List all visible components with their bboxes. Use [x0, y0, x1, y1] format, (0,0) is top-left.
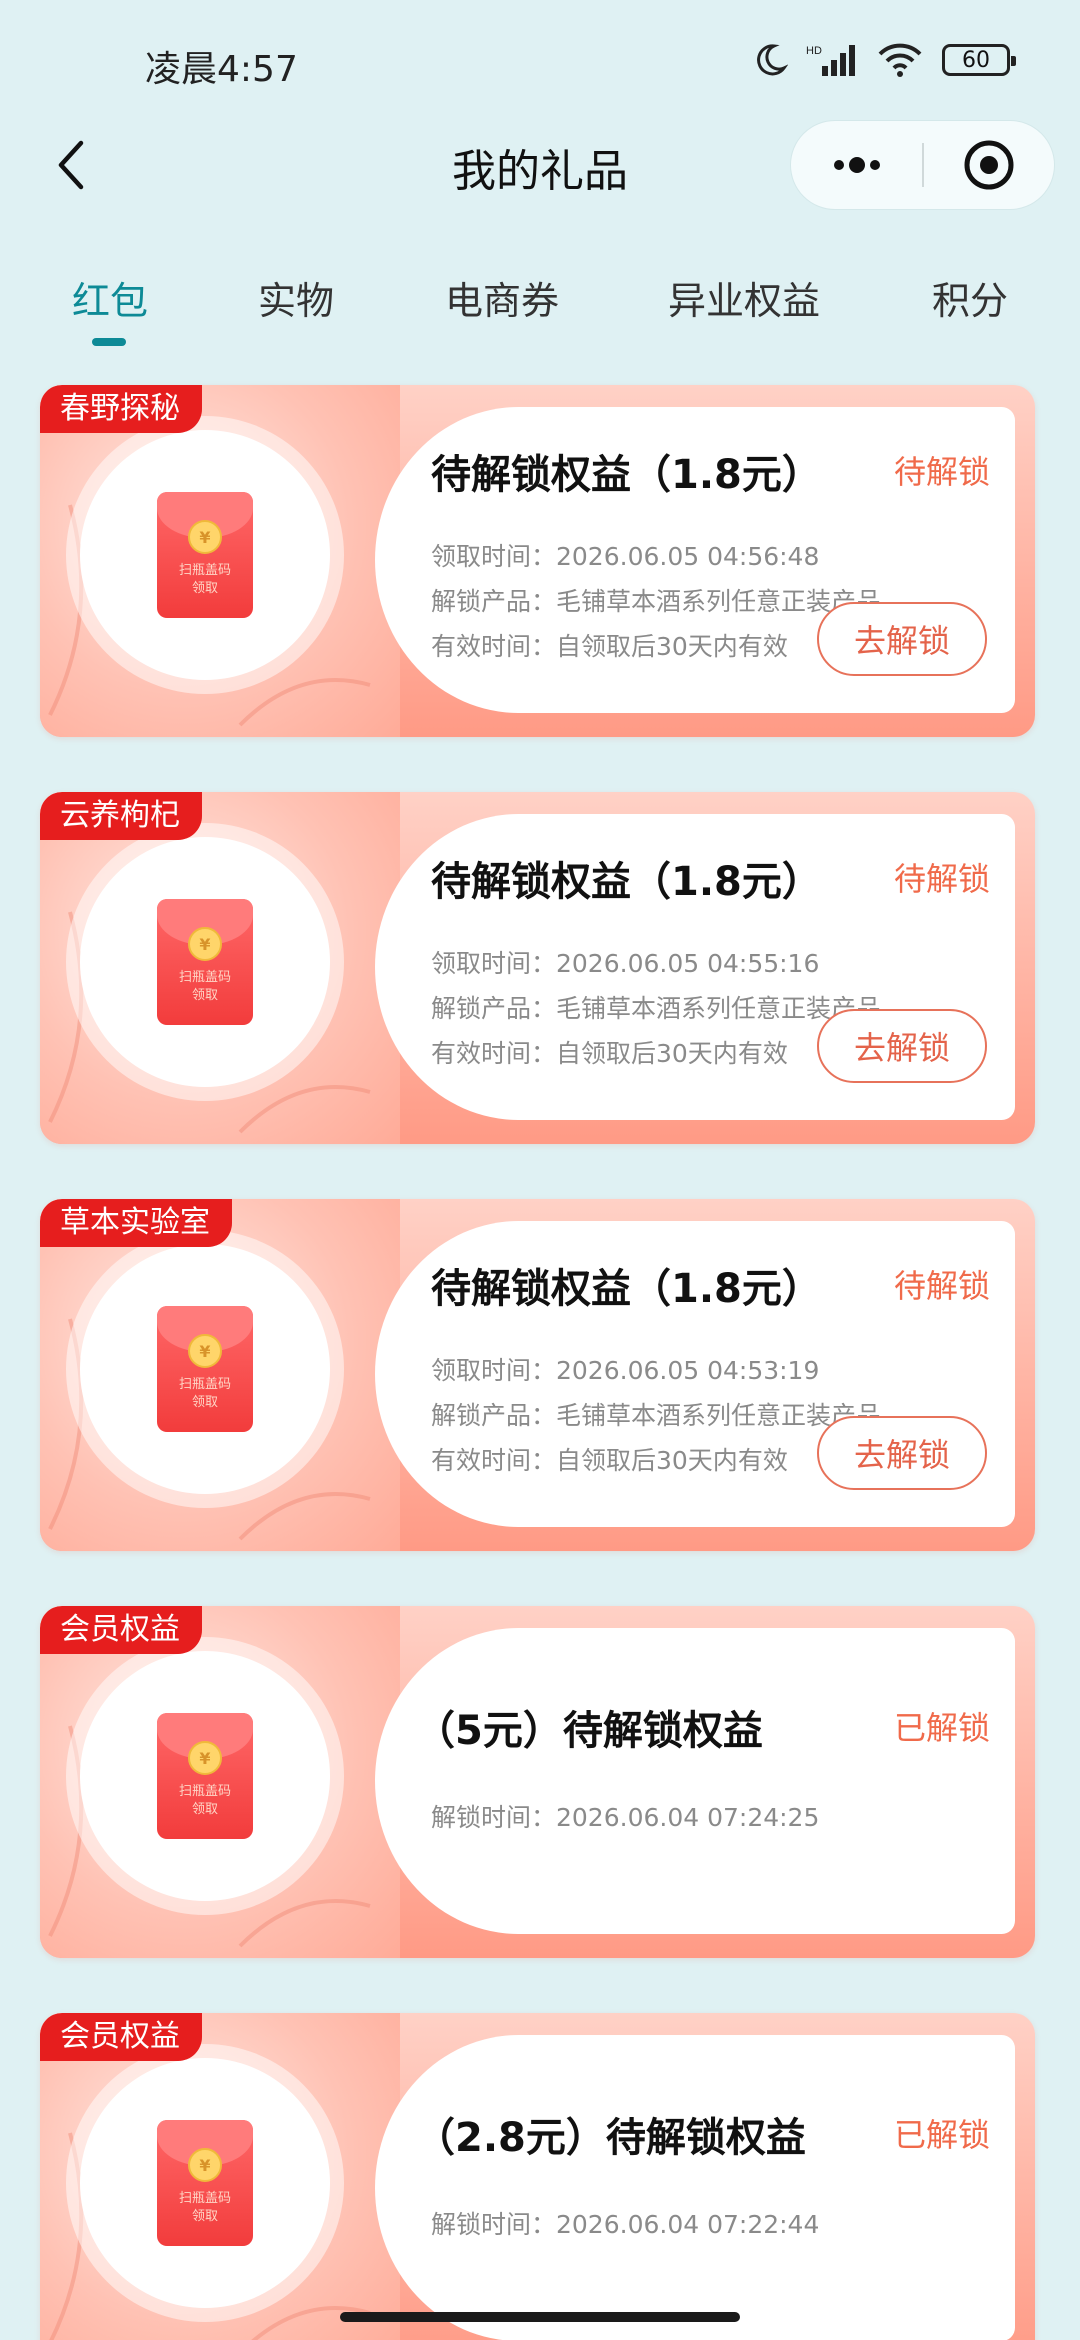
red-envelope-icon: ¥ 扫瓶盖码领取 — [157, 1306, 253, 1432]
card-content: 待解锁权益（1.8元） 待解锁 领取时间：2026.06.05 04:53:19… — [375, 1221, 1015, 1527]
card-illustration: ¥ 扫瓶盖码领取 — [40, 1606, 400, 1958]
signal-icon: HD — [806, 45, 855, 76]
tab-partner-benefits[interactable]: 异业权益 — [668, 270, 820, 325]
moon-icon — [757, 44, 788, 76]
gift-card[interactable]: ¥ 扫瓶盖码领取 云养枸杞 待解锁权益（1.8元） 待解锁 领取时间：2026.… — [40, 792, 1035, 1144]
battery-icon: 60 — [942, 44, 1016, 76]
gift-status: 待解锁 — [893, 1267, 990, 1305]
active-tab-indicator — [92, 338, 126, 346]
card-illustration: ¥ 扫瓶盖码领取 — [40, 1199, 400, 1551]
envelope-text: 扫瓶盖码 — [178, 563, 231, 578]
mini-program-capsule — [790, 120, 1055, 210]
card-content: 待解锁权益（1.8元） 待解锁 领取时间：2026.06.05 04:55:16… — [375, 814, 1015, 1120]
unlock-button[interactable]: 去解锁 — [817, 1416, 987, 1490]
more-button[interactable] — [791, 121, 922, 209]
status-time: 凌晨4:57 — [145, 49, 298, 90]
red-envelope-icon: ¥ 扫瓶盖码领取 — [157, 899, 253, 1025]
tab-points[interactable]: 积分 — [932, 270, 1008, 325]
envelope-circle: ¥ 扫瓶盖码领取 — [80, 2058, 330, 2308]
gift-card[interactable]: ¥ 扫瓶盖码领取 会员权益 （2.8元）待解锁权益 已解锁 解锁时间：2026.… — [40, 2013, 1035, 2340]
status-icons: HD 60 — [752, 42, 1016, 78]
tab-ecommerce-coupon[interactable]: 电商券 — [445, 270, 559, 325]
gift-title: 待解锁权益（1.8元） — [431, 859, 822, 905]
envelope-text: 领取 — [191, 1802, 218, 1817]
envelope-circle: ¥ 扫瓶盖码领取 — [80, 1244, 330, 1494]
unlock-product: 解锁产品：毛铺草本酒系列任意正装产品 — [431, 1401, 882, 1430]
close-button[interactable] — [924, 121, 1054, 209]
gift-title: 待解锁权益（1.8元） — [431, 452, 822, 498]
envelope-text: 领取 — [191, 1395, 218, 1410]
gift-status: 待解锁 — [893, 453, 990, 491]
gift-card[interactable]: ¥ 扫瓶盖码领取 春野探秘 待解锁权益（1.8元） 待解锁 领取时间：2026.… — [40, 385, 1035, 737]
coin-icon: ¥ — [188, 1741, 222, 1775]
envelope-text: 领取 — [191, 2209, 218, 2224]
claim-time: 领取时间：2026.06.05 04:53:19 — [431, 1356, 820, 1385]
valid-period: 有效时间：自领取后30天内有效 — [431, 1446, 788, 1475]
home-indicator[interactable] — [340, 2312, 740, 2322]
gift-card[interactable]: ¥ 扫瓶盖码领取 会员权益 （5元）待解锁权益 已解锁 解锁时间：2026.06… — [40, 1606, 1035, 1958]
red-envelope-icon: ¥ 扫瓶盖码领取 — [157, 2120, 253, 2246]
card-content: （2.8元）待解锁权益 已解锁 解锁时间：2026.06.04 07:22:44 — [375, 2035, 1015, 2340]
unlock-button[interactable]: 去解锁 — [817, 602, 987, 676]
card-illustration: ¥ 扫瓶盖码领取 — [40, 792, 400, 1144]
wifi-icon — [878, 43, 922, 77]
coin-icon: ¥ — [188, 520, 222, 554]
claim-time: 领取时间：2026.06.05 04:56:48 — [431, 542, 820, 571]
envelope-circle: ¥ 扫瓶盖码领取 — [80, 430, 330, 680]
tab-red-packet[interactable]: 红包 — [72, 270, 148, 325]
claim-time: 领取时间：2026.06.05 04:55:16 — [431, 949, 820, 978]
gift-card[interactable]: ¥ 扫瓶盖码领取 草本实验室 待解锁权益（1.8元） 待解锁 领取时间：2026… — [40, 1199, 1035, 1551]
card-content: （5元）待解锁权益 已解锁 解锁时间：2026.06.04 07:24:25 — [375, 1628, 1015, 1934]
card-illustration: ¥ 扫瓶盖码领取 — [40, 2013, 400, 2340]
gift-title: （2.8元）待解锁权益 — [415, 2115, 806, 2161]
category-tabs: 红包 实物 电商券 异业权益 积分 — [0, 270, 1080, 360]
campaign-tag: 会员权益 — [40, 2013, 202, 2061]
gift-title: （5元）待解锁权益 — [415, 1708, 763, 1754]
coin-icon: ¥ — [188, 2148, 222, 2182]
target-close-icon — [964, 140, 1014, 190]
unlock-time: 解锁时间：2026.06.04 07:22:44 — [431, 2210, 820, 2239]
card-illustration: ¥ 扫瓶盖码领取 — [40, 385, 400, 737]
campaign-tag: 草本实验室 — [40, 1199, 232, 1247]
unlock-time: 解锁时间：2026.06.04 07:24:25 — [431, 1803, 820, 1832]
gift-status: 已解锁 — [893, 1709, 990, 1747]
coin-icon: ¥ — [188, 1334, 222, 1368]
battery-level: 60 — [962, 47, 990, 73]
envelope-text: 扫瓶盖码 — [178, 1377, 231, 1392]
envelope-text: 领取 — [191, 988, 218, 1003]
valid-period: 有效时间：自领取后30天内有效 — [431, 632, 788, 661]
campaign-tag: 会员权益 — [40, 1606, 202, 1654]
campaign-tag: 春野探秘 — [40, 385, 202, 433]
gift-status: 已解锁 — [893, 2116, 990, 2154]
unlock-product: 解锁产品：毛铺草本酒系列任意正装产品 — [431, 994, 882, 1023]
gift-status: 待解锁 — [893, 860, 990, 898]
envelope-text: 领取 — [191, 581, 218, 596]
more-icon — [833, 157, 880, 173]
red-envelope-icon: ¥ 扫瓶盖码领取 — [157, 1713, 253, 1839]
coin-icon: ¥ — [188, 927, 222, 961]
valid-period: 有效时间：自领取后30天内有效 — [431, 1039, 788, 1068]
envelope-circle: ¥ 扫瓶盖码领取 — [80, 837, 330, 1087]
envelope-circle: ¥ 扫瓶盖码领取 — [80, 1651, 330, 1901]
envelope-text: 扫瓶盖码 — [178, 970, 231, 985]
network-label: HD — [806, 45, 822, 57]
card-content: 待解锁权益（1.8元） 待解锁 领取时间：2026.06.05 04:56:48… — [375, 407, 1015, 713]
gift-title: 待解锁权益（1.8元） — [431, 1266, 822, 1312]
unlock-button[interactable]: 去解锁 — [817, 1009, 987, 1083]
tab-physical[interactable]: 实物 — [258, 270, 334, 325]
unlock-product: 解锁产品：毛铺草本酒系列任意正装产品 — [431, 587, 882, 616]
envelope-text: 扫瓶盖码 — [178, 1784, 231, 1799]
red-envelope-icon: ¥ 扫瓶盖码领取 — [157, 492, 253, 618]
campaign-tag: 云养枸杞 — [40, 792, 202, 840]
nav-bar: 我的礼品 — [0, 110, 1080, 220]
envelope-text: 扫瓶盖码 — [178, 2191, 231, 2206]
